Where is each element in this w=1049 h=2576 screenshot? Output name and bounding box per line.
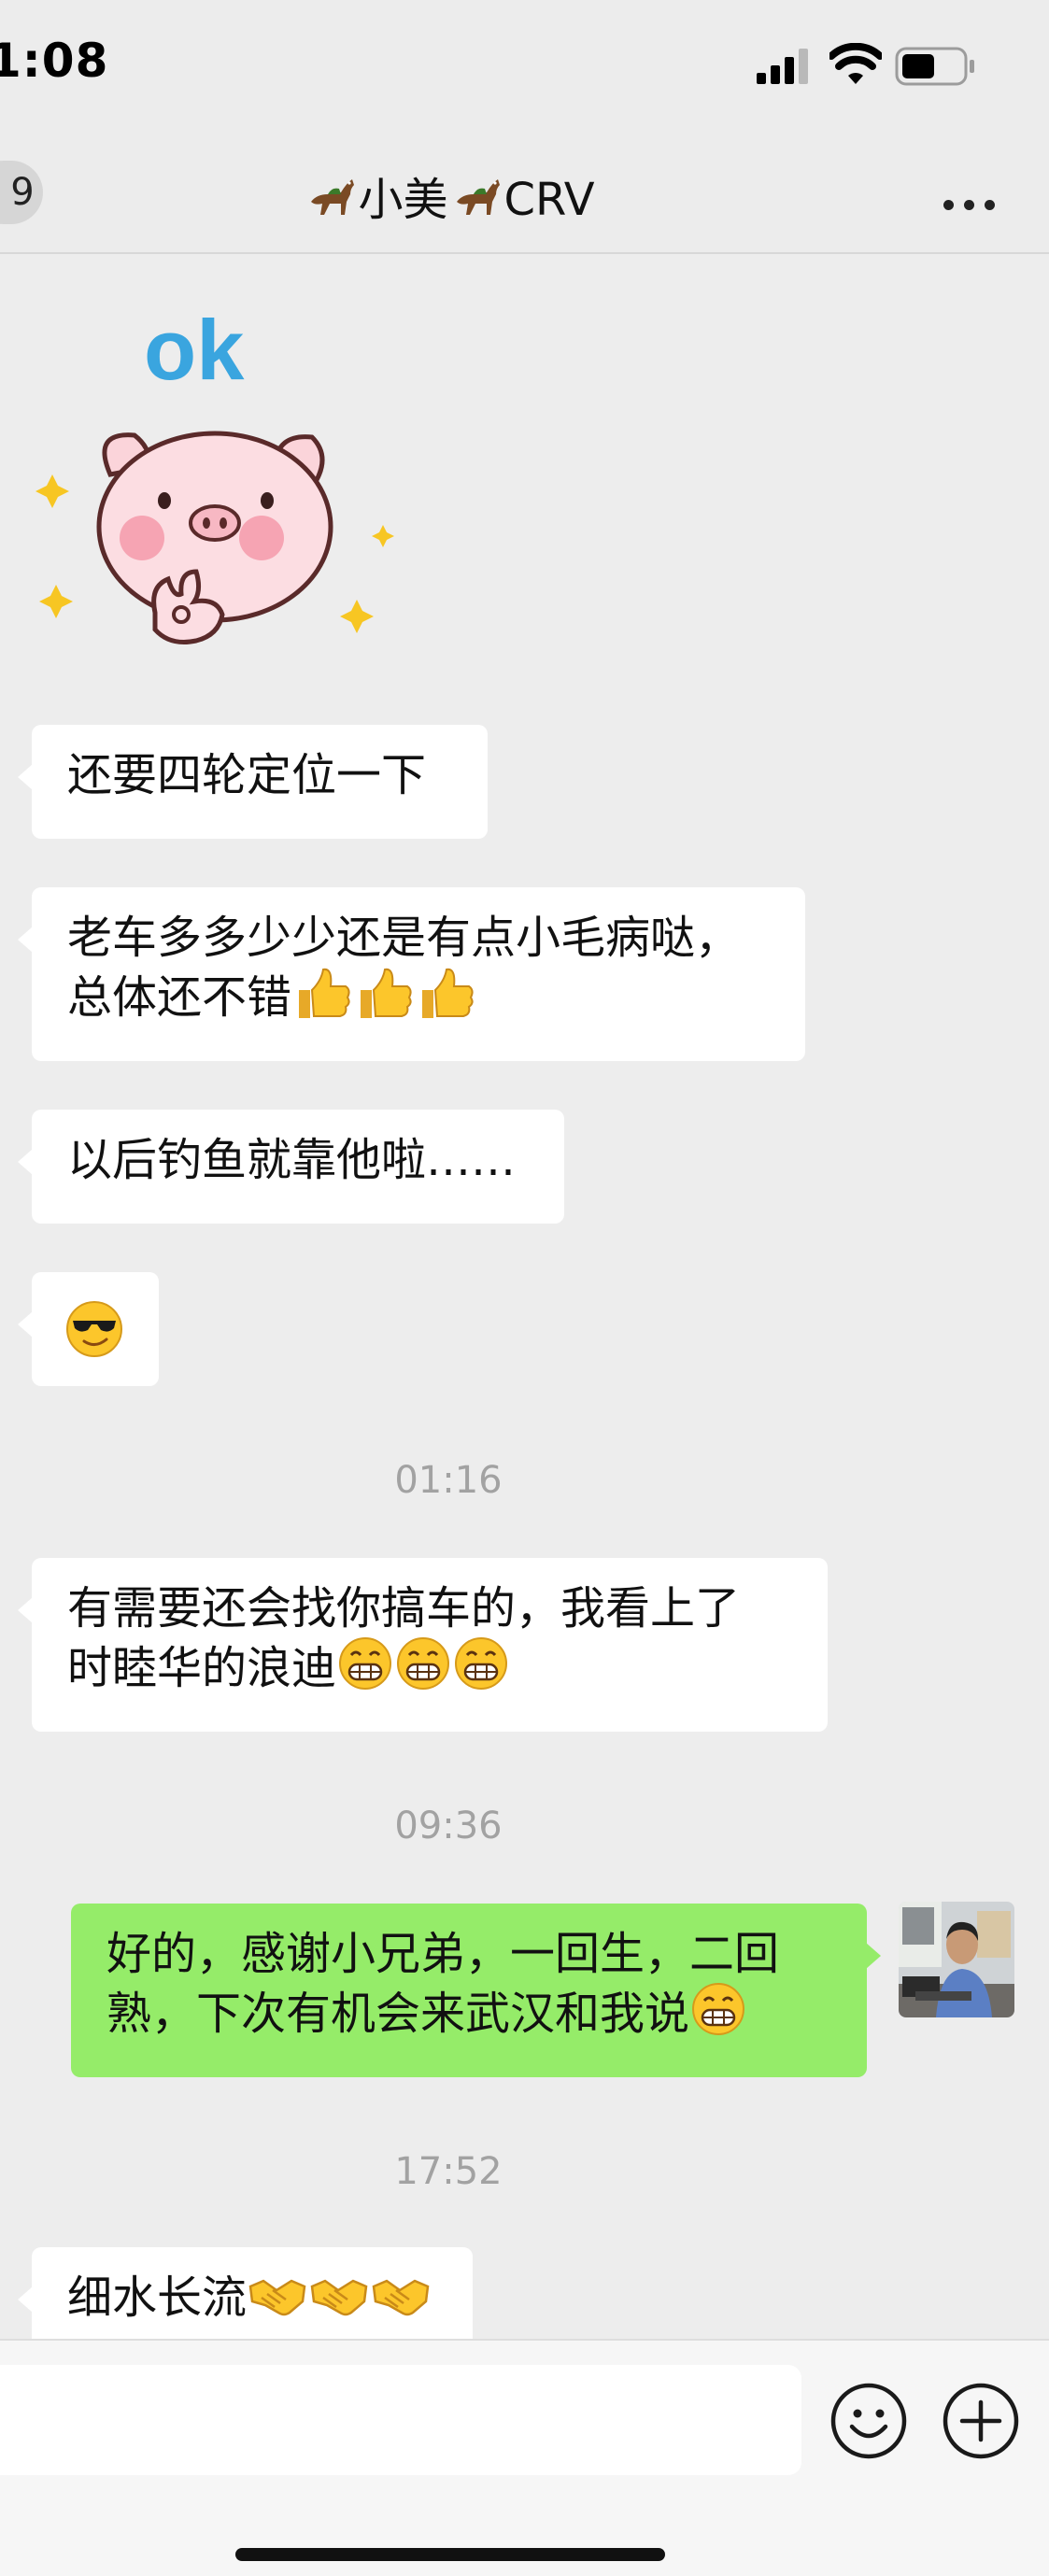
message-timestamp: 09:36: [394, 1805, 503, 1847]
input-bar: [0, 2339, 1049, 2576]
handshake-icon: [372, 2279, 430, 2316]
message-text: 好的，感谢小兄弟，一回生，二回: [106, 1928, 780, 1980]
incoming-message-bubble[interactable]: 以后钓鱼就靠他啦……: [18, 1110, 564, 1224]
thumbs-up-icon: [299, 968, 350, 1018]
outgoing-message-bubble[interactable]: 好的，感谢小兄弟，一回生，二回 熟，下次有机会来武汉和我说: [71, 1904, 881, 2077]
battery-icon: [895, 47, 974, 86]
dot-icon: [985, 200, 995, 210]
grin-emoji-icon: [692, 1983, 745, 2035]
emoji-group: [691, 1982, 749, 2049]
emoji-button-icon[interactable]: [829, 2382, 908, 2460]
incoming-message-bubble[interactable]: [18, 1272, 159, 1386]
title-name: 小美: [358, 174, 448, 226]
message-timestamp: 17:52: [394, 2150, 503, 2193]
incoming-message-bubble[interactable]: 老车多多少少还是有点小毛病哒， 总体还不错: [18, 887, 805, 1061]
message-text: 总体还不错: [67, 971, 292, 1024]
incoming-message-bubble[interactable]: 还要四轮定位一下: [18, 725, 488, 839]
dot-icon: [964, 200, 974, 210]
message-text: 以后钓鱼就靠他啦……: [67, 1134, 517, 1186]
home-indicator: [235, 2548, 665, 2561]
message-text: 时睦华的浪迪: [67, 1642, 337, 1694]
sunglasses-emoji-icon: [66, 1301, 122, 1357]
message-text: 有需要还会找你搞车的，我看上了: [67, 1582, 741, 1635]
message-text: 老车多多少少还是有点小毛病哒，: [67, 912, 741, 964]
thumbs-up-icon: [422, 968, 474, 1018]
message-input[interactable]: [0, 2365, 801, 2475]
message-text: 细水长流: [67, 2272, 248, 2324]
cellular-signal-icon: [757, 49, 808, 84]
incoming-message-bubble[interactable]: 有需要还会找你搞车的，我看上了 时睦华的浪迪: [18, 1558, 828, 1732]
grin-emoji-icon: [455, 1637, 508, 1690]
pig-ok-sticker[interactable]: ok: [32, 303, 405, 663]
status-time: 1:08: [0, 34, 109, 88]
emoji-group: [293, 966, 478, 1033]
more-options-button[interactable]: [938, 189, 1003, 226]
message-timestamp: 01:16: [394, 1459, 503, 1502]
status-bar: 1:08: [0, 0, 1049, 131]
emoji-group: [248, 2273, 433, 2333]
grin-emoji-icon: [339, 1637, 392, 1690]
chat-header: 9 小美 CRV: [0, 131, 1049, 254]
wifi-icon: [829, 43, 882, 84]
user-avatar[interactable]: [899, 1902, 1014, 2017]
message-text: 熟，下次有机会来武汉和我说: [106, 1988, 690, 2040]
sticker-text: ok: [144, 318, 245, 398]
horse-icon: [311, 179, 355, 215]
handshake-icon: [310, 2279, 368, 2316]
thumbs-up-icon: [361, 968, 412, 1018]
plus-button-icon[interactable]: [942, 2382, 1020, 2460]
title-car: CRV: [503, 174, 595, 226]
horse-icon: [457, 179, 501, 215]
handshake-icon: [248, 2279, 306, 2316]
chat-title: 小美 CRV: [0, 163, 897, 228]
grin-emoji-icon: [397, 1637, 450, 1690]
dot-icon: [943, 200, 954, 210]
message-text: 还要四轮定位一下: [67, 749, 427, 801]
emoji-group: [338, 1636, 512, 1704]
